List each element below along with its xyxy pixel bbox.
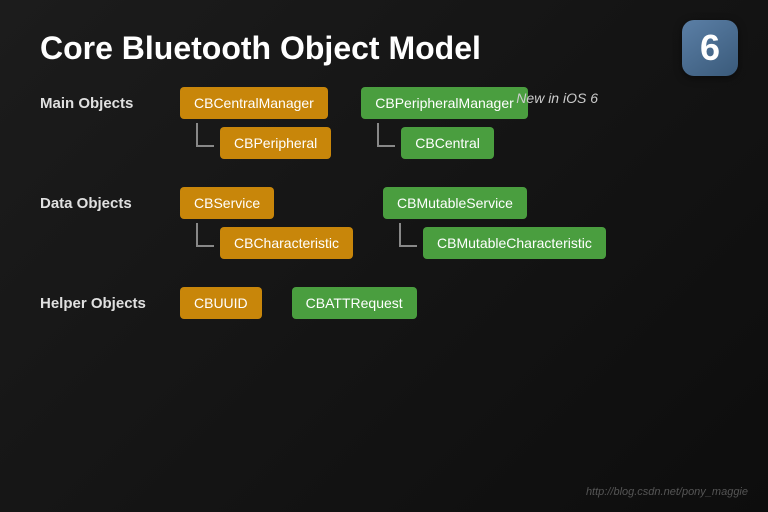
ios-badge: 6	[682, 20, 738, 76]
cb-mutable-characteristic-subrow: CBMutableCharacteristic	[399, 227, 606, 259]
slide: Core Bluetooth Object Model 6 New in iOS…	[0, 0, 768, 512]
data-objects-label: Data Objects	[40, 187, 180, 212]
cbuuid-box: CBUUID	[180, 287, 262, 319]
watermark-text: http://blog.csdn.net/pony_maggie	[586, 486, 748, 498]
cb-characteristic-box: CBCharacteristic	[220, 227, 353, 259]
data-objects-left: CBService CBCharacteristic	[180, 187, 353, 259]
main-objects-right: CBPeripheralManager CBCentral	[361, 87, 528, 159]
row-helper-objects: Helper Objects CBUUID CBATTRequest	[40, 287, 728, 319]
helper-objects-left: CBUUID	[180, 287, 262, 319]
cb-service-box: CBService	[180, 187, 274, 219]
connector-central	[377, 123, 395, 147]
connector-characteristic	[196, 223, 214, 247]
cb-peripheral-box: CBPeripheral	[220, 127, 331, 159]
new-in-ios-label: New in iOS 6	[516, 90, 598, 106]
cb-peripheral-manager-box: CBPeripheralManager	[361, 87, 528, 119]
cb-characteristic-subrow: CBCharacteristic	[196, 227, 353, 259]
content-area: Main Objects CBCentralManager CBPeripher…	[40, 87, 728, 319]
connector-peripheral	[196, 123, 214, 147]
cb-peripheral-subrow: CBPeripheral	[196, 127, 331, 159]
cb-central-subrow: CBCentral	[377, 127, 494, 159]
cb-mutable-characteristic-box: CBMutableCharacteristic	[423, 227, 606, 259]
row-main-objects: Main Objects CBCentralManager CBPeripher…	[40, 87, 728, 159]
main-objects-label: Main Objects	[40, 87, 180, 112]
cbatt-request-box: CBATTRequest	[292, 287, 417, 319]
cb-central-manager-box: CBCentralManager	[180, 87, 328, 119]
slide-title: Core Bluetooth Object Model	[40, 30, 728, 67]
connector-mutable-characteristic	[399, 223, 417, 247]
data-objects-right: CBMutableService CBMutableCharacteristic	[383, 187, 606, 259]
main-objects-left: CBCentralManager CBPeripheral	[180, 87, 331, 159]
cb-central-box: CBCentral	[401, 127, 494, 159]
cb-mutable-service-box: CBMutableService	[383, 187, 527, 219]
helper-objects-label: Helper Objects	[40, 287, 180, 312]
row-data-objects: Data Objects CBService CBCharacteristic …	[40, 187, 728, 259]
helper-objects-right: CBATTRequest	[292, 287, 417, 319]
